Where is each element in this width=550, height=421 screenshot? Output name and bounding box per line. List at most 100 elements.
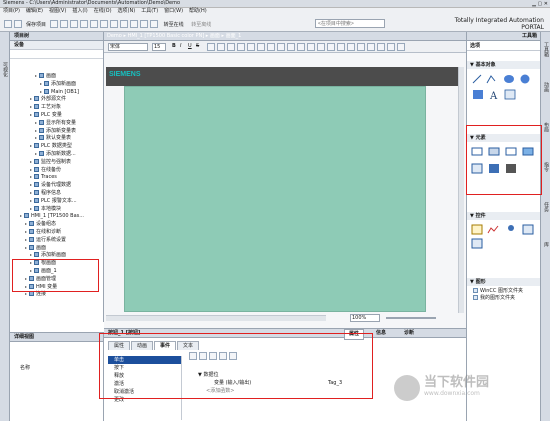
controls-header[interactable]: ▼ 控件 <box>467 212 540 220</box>
tree-item[interactable]: ▸ 添加新变量表 <box>10 127 102 135</box>
event-item[interactable]: 激活 <box>108 380 181 388</box>
breadcrumb-item[interactable]: 画面 <box>210 33 220 39</box>
window-controls[interactable]: ▁ ▢ ✕ <box>532 1 548 7</box>
tree-item[interactable]: ▸ 根画面 <box>10 259 102 267</box>
zoom-select[interactable]: 100% <box>350 314 380 322</box>
event-item[interactable]: 取消激活 <box>108 388 181 396</box>
tree-item[interactable]: ▸ PLC 数据类型 <box>10 142 102 150</box>
zoom-slider[interactable] <box>386 317 436 319</box>
tree-item[interactable]: ▸ Main [OB1] <box>10 88 102 96</box>
graphics-folder-item[interactable]: WinCC 图形文件夹 <box>473 288 540 295</box>
move-up-icon[interactable] <box>189 352 197 360</box>
ungroup-icon[interactable] <box>307 43 315 51</box>
strike-button[interactable]: S <box>196 43 199 50</box>
copy-icon[interactable] <box>70 20 79 28</box>
distribute-icon[interactable] <box>347 43 355 51</box>
tree-item[interactable]: ▸ 显示所有变量 <box>10 119 102 127</box>
undo-icon[interactable] <box>100 20 109 28</box>
tree-item[interactable]: ▸ Traces <box>10 173 102 181</box>
properties-tab-diag[interactable]: 诊断 <box>404 329 414 338</box>
print-icon[interactable] <box>50 20 59 28</box>
graphics-folder-item[interactable]: 我的图形文件夹 <box>473 295 540 302</box>
prop-tab-1[interactable]: 动画 <box>131 341 154 350</box>
tree-item[interactable]: ▸ 添加新数据... <box>10 150 102 158</box>
event-item[interactable]: 单击 <box>108 356 181 364</box>
font-select[interactable]: 宋体 <box>108 43 148 51</box>
add-function-link[interactable]: <添加函数> <box>206 388 234 395</box>
menu-item-4[interactable]: 在线(O) <box>94 8 112 15</box>
tree-item[interactable]: ▸ 连接 <box>10 290 102 298</box>
menu-item-1[interactable]: 编辑(E) <box>26 8 43 15</box>
tree-item[interactable]: ▸ PLC 报警文本... <box>10 197 102 205</box>
move-top-icon[interactable] <box>209 352 217 360</box>
text-color-icon[interactable] <box>237 43 245 51</box>
go-offline-button[interactable]: 转至离线 <box>191 22 211 28</box>
tree-item[interactable]: ▸ 添加新画面 <box>10 251 102 259</box>
breadcrumb-item[interactable]: 画面_1 <box>226 33 242 39</box>
tree-item[interactable]: ▸ 工艺对象 <box>10 103 102 111</box>
layer-icon[interactable] <box>367 43 375 51</box>
visualization-vtab[interactable]: 可视化 <box>2 62 9 77</box>
tree-item[interactable]: ▸ 添加新画面 <box>10 80 102 88</box>
graphics-header[interactable]: ▼ 图形 <box>467 278 540 286</box>
options-header[interactable]: 选项 <box>467 41 540 51</box>
menu-item-7[interactable]: 窗口(W) <box>164 8 183 15</box>
right-vtab-3[interactable]: 指令 <box>543 162 550 172</box>
zoom-out-icon[interactable] <box>387 43 395 51</box>
event-item[interactable]: 更改 <box>108 396 181 404</box>
redo-icon[interactable] <box>110 20 119 28</box>
prop-tab-2[interactable]: 事件 <box>154 341 177 350</box>
menu-item-3[interactable]: 插入(I) <box>72 8 87 15</box>
devices-tab[interactable]: 设备 <box>10 41 103 50</box>
tree-item[interactable]: ▸ 在线备份 <box>10 166 102 174</box>
properties-tab-props[interactable]: 属性 <box>344 329 365 340</box>
prop-tab-0[interactable]: 属性 <box>108 341 131 350</box>
tree-item[interactable]: ▸ 在线和诊断 <box>10 228 102 236</box>
align-left-icon[interactable] <box>207 43 215 51</box>
save-project-button[interactable]: 保存项目 <box>26 22 46 28</box>
tree-item[interactable]: ▸ 监控与强制表 <box>10 158 102 166</box>
align-center-icon[interactable] <box>217 43 225 51</box>
tree-item[interactable]: ▸ 画面 <box>10 72 102 80</box>
tree-item[interactable]: ▸ PLC 变量 <box>10 111 102 119</box>
detail-name-column[interactable]: 名称 <box>20 365 30 372</box>
fill-color-icon[interactable] <box>247 43 255 51</box>
size-icon[interactable] <box>357 43 365 51</box>
bold-button[interactable]: B <box>172 43 176 50</box>
tree-item[interactable]: ▸ 程序信息 <box>10 189 102 197</box>
align-right-icon[interactable] <box>227 43 235 51</box>
zoom-in-icon[interactable] <box>377 43 385 51</box>
var-param-value[interactable]: Tag_3 <box>328 380 342 387</box>
event-item[interactable]: 释放 <box>108 372 181 380</box>
detail-view-title[interactable]: 详细视图 <box>10 333 103 342</box>
send-back-icon[interactable] <box>287 43 295 51</box>
rotate-icon[interactable] <box>327 43 335 51</box>
right-vtab-1[interactable]: 动画 <box>543 82 550 92</box>
download-icon[interactable] <box>130 20 139 28</box>
paste-icon[interactable] <box>80 20 89 28</box>
flip-icon[interactable] <box>337 43 345 51</box>
underline-button[interactable]: U <box>188 43 192 50</box>
grid-icon[interactable] <box>317 43 325 51</box>
menu-item-6[interactable]: 工具(T) <box>141 8 158 15</box>
tree-item[interactable]: ▸ 运行系统设置 <box>10 236 102 244</box>
move-bottom-icon[interactable] <box>219 352 227 360</box>
line-style-icon[interactable] <box>267 43 275 51</box>
italic-button[interactable]: I <box>180 43 181 50</box>
delete-function-icon[interactable] <box>229 352 237 360</box>
menu-item-0[interactable]: 项目(P) <box>3 8 20 15</box>
new-project-icon[interactable] <box>4 20 12 28</box>
elements-header[interactable]: ▼ 元素 <box>467 134 540 142</box>
tree-item[interactable]: ▸ HMI_1 [TP1500 Bas... <box>10 212 102 220</box>
upload-icon[interactable] <box>140 20 149 28</box>
function-name[interactable]: 数据位 <box>203 372 218 378</box>
breadcrumb-item[interactable]: Demo <box>107 33 122 39</box>
delete-icon[interactable] <box>90 20 99 28</box>
compile-icon[interactable] <box>120 20 129 28</box>
tree-item[interactable]: ▸ 设备代理数据 <box>10 181 102 189</box>
horizontal-scrollbar[interactable] <box>106 315 326 321</box>
simulate-icon[interactable] <box>150 20 159 28</box>
properties-tab-info[interactable]: 信息 <box>376 329 386 338</box>
cut-icon[interactable] <box>60 20 69 28</box>
line-color-icon[interactable] <box>257 43 265 51</box>
